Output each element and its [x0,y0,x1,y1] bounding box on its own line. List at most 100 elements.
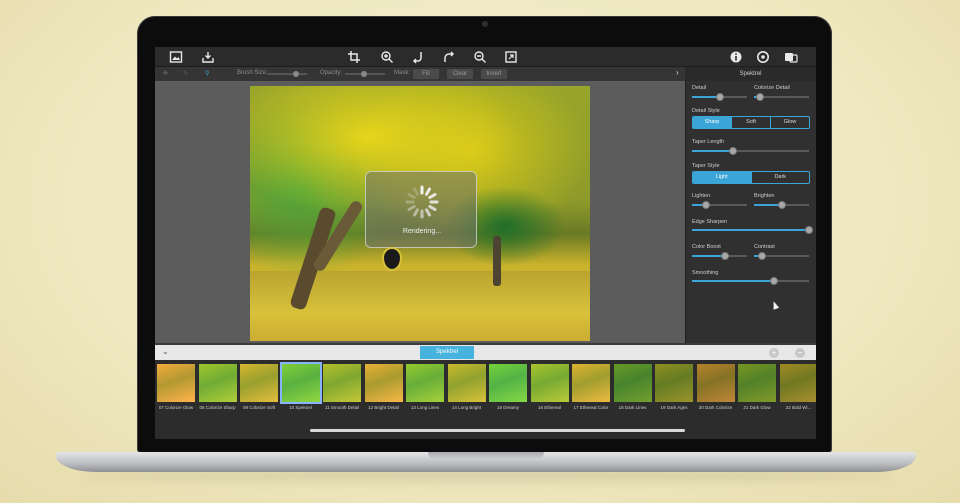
zoom-in-icon[interactable] [380,50,394,64]
detail-slider[interactable] [692,93,747,101]
clear-button[interactable]: Clear [447,69,473,79]
preset-thumbnail[interactable] [779,364,816,402]
filmstrip-header: ⌄ Spektrel + − [155,345,816,360]
preset-thumbnail[interactable] [613,364,652,402]
color-boost-label: Color Boost [692,244,721,250]
remove-preset-icon[interactable]: − [795,348,805,358]
smoothing-slider[interactable] [692,277,809,285]
spinner-icon [405,185,439,219]
taper-style-dark[interactable]: Dark [750,172,810,183]
detail-label: Detail [692,85,707,91]
taper-length-label: Taper Length [692,139,725,145]
add-preset-icon[interactable]: + [769,348,779,358]
preset-filmstrip: 07 Colorize Glow 08 Colorize Sharp 09 Colo… [155,360,816,439]
brush-tool-icon[interactable]: ✎ [183,70,188,77]
preset-thumbnail-label: 20 Dark Colorize [698,405,733,410]
contrast-label: Contrast [754,244,775,250]
preset-thumbnail[interactable] [364,364,403,402]
preset-thumbnail[interactable] [572,364,610,402]
color-boost-slider[interactable] [692,252,747,260]
preset-thumbnail-label: 07 Colorize Glow [158,405,194,410]
preset-thumbnail-label: 12 Bright Detail [368,405,399,410]
taper-style-light[interactable]: Light [693,172,751,183]
redo-icon[interactable] [442,50,456,64]
opacity-slider[interactable] [345,71,385,77]
preset-thumbnail-label: 18 Dark Lines [618,405,647,410]
rendering-overlay: Rendering... [365,171,477,248]
preset-thumbnail[interactable] [279,362,322,404]
edge-sharpen-slider[interactable] [692,226,813,234]
camera [482,21,488,27]
info-icon[interactable] [729,50,743,64]
opacity-label: Opacity: [320,70,343,76]
detail-style-label: Detail Style [692,108,720,114]
mask-label: Mask: [394,70,411,76]
laptop-notch [428,452,544,460]
smoothing-label: Smoothing [692,270,719,276]
colorize-detail-label: Colorize Detail [754,85,790,91]
share-icon[interactable] [784,50,798,64]
settings-icon[interactable] [756,50,770,64]
filmstrip-scrollbar[interactable] [310,429,685,432]
brighten-slider[interactable] [754,201,809,209]
preset-thumbnail[interactable] [696,364,735,402]
canvas-area: Rendering... [155,81,685,343]
preview-image[interactable]: Rendering... [250,86,590,341]
colorize-detail-slider[interactable] [754,93,809,101]
preset-thumbnail[interactable] [198,364,237,402]
main-toolbar [155,47,816,67]
preset-thumbnail[interactable] [406,364,444,402]
undo-icon[interactable] [411,50,425,64]
mask-tool-icon[interactable]: ⚲ [205,70,209,77]
preset-thumbnail[interactable] [738,364,776,402]
preset-thumbnail-label: 14 Long Bright [451,405,482,410]
filmstrip-title: Spektrel [420,346,474,359]
detail-style-sharp[interactable]: Sharp [693,117,731,128]
invert-button[interactable]: Invert [481,69,507,79]
detail-style-glow[interactable]: Glow [770,117,809,128]
detail-style-toggle: Sharp Soft Glow [692,116,810,129]
taper-style-label: Taper Style [692,163,720,169]
preset-thumbnail-label: 22 Bold Wi... [785,405,812,410]
settings-panel: Detail Colorize Detail Detail Style Shar… [685,81,816,343]
preset-thumbnail-label: 08 Colorize Sharp [199,405,236,410]
lighten-slider[interactable] [692,201,747,209]
rendering-label: Rendering... [402,228,442,235]
panel-collapse-icon[interactable]: › [676,68,679,77]
preset-thumbnail-label: 09 Colorize Soft [242,405,276,410]
app-window: ✥ ✎ ⚲ Brush Size: Opacity: Mask: Fill Cl… [155,47,816,439]
laptop-base [56,452,916,472]
move-tool-icon[interactable]: ✥ [163,70,168,77]
preset-thumbnail[interactable] [489,364,527,402]
collapse-chevron-icon[interactable]: ⌄ [162,347,169,356]
crop-icon[interactable] [347,50,361,64]
preset-thumbnail[interactable] [447,364,486,402]
preset-thumbnail[interactable] [530,364,569,402]
edge-sharpen-label: Edge Sharpen [692,219,728,225]
preset-thumbnail[interactable] [240,364,278,402]
preset-thumbnail[interactable] [323,364,361,402]
preset-thumbnail-label: 17 Ethereal Color [573,405,609,410]
preset-thumbnail-label: 11 Smooth Detail [324,405,360,410]
preset-thumbnail-label: 21 Dark Glow [743,405,771,410]
contrast-slider[interactable] [754,252,809,260]
brighten-label: Brighten [754,193,775,199]
save-icon[interactable] [201,50,215,64]
tree-trunk-far [493,236,501,286]
fill-button[interactable]: Fill [413,69,439,79]
image-icon[interactable] [169,50,183,64]
preset-thumbnail[interactable] [655,364,693,402]
taper-style-toggle: Light Dark [692,171,810,184]
fit-icon[interactable] [504,50,518,64]
panel-title: Spektrel [685,67,816,81]
brush-size-slider[interactable] [267,71,307,77]
preset-thumbnail-label: 19 Dark Ages [660,405,688,410]
preset-thumbnail-label: 15 Dreamy [496,405,519,410]
zoom-out-icon[interactable] [473,50,487,64]
brush-cursor-icon [382,247,402,271]
brush-size-label: Brush Size: [237,70,268,76]
preset-thumbnail[interactable] [157,364,195,402]
laptop-lid: ✥ ✎ ⚲ Brush Size: Opacity: Mask: Fill Cl… [137,16,832,453]
taper-length-slider[interactable] [692,147,809,155]
detail-style-soft[interactable]: Soft [731,117,770,128]
